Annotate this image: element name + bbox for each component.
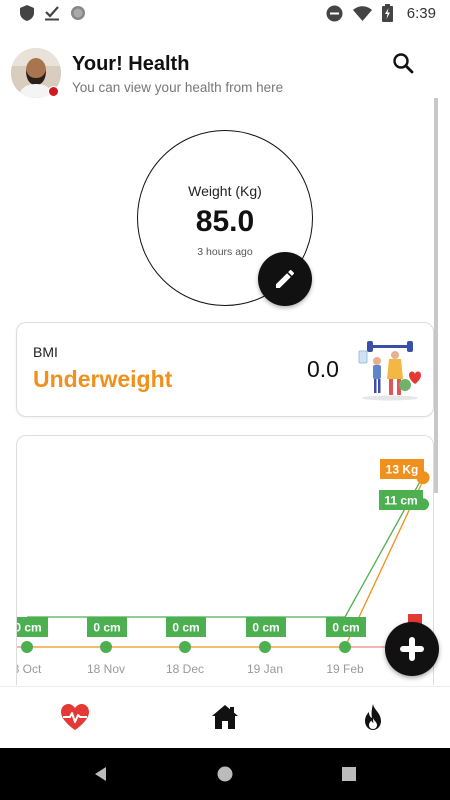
shield-icon <box>20 5 34 21</box>
data-label: 0 cm <box>332 621 359 635</box>
back-icon[interactable] <box>92 765 110 783</box>
page-title: Your! Health <box>72 53 190 75</box>
health-screen: 6:39 Your! Health You can view your heal… <box>0 0 450 800</box>
bmi-value: 0.0 <box>307 356 339 382</box>
series-point-height <box>339 641 351 653</box>
search-button[interactable] <box>390 50 418 78</box>
x-tick-label: 18 Nov <box>87 662 125 676</box>
series-line-height <box>27 475 424 618</box>
bottom-navigation <box>0 686 450 748</box>
status-bar: 6:39 <box>0 0 450 26</box>
nav-item-health[interactable] <box>50 695 100 739</box>
pencil-icon <box>276 269 295 288</box>
x-tick-label: 18 Dec <box>166 662 204 676</box>
heart-pulse-icon <box>61 704 89 730</box>
nav-item-calories[interactable] <box>348 695 398 739</box>
minus-circle-icon <box>326 5 343 21</box>
scrollbar[interactable] <box>434 98 438 493</box>
fitness-illustration <box>358 341 421 401</box>
series-point-height <box>179 641 191 653</box>
data-label: 0 cm <box>93 621 120 635</box>
status-left-icons <box>20 5 86 21</box>
search-icon <box>393 53 414 74</box>
series-point-height <box>21 641 33 653</box>
wifi-icon <box>352 5 372 21</box>
add-measurement-button[interactable] <box>385 622 439 676</box>
series-point-height <box>100 641 112 653</box>
nav-item-home[interactable] <box>200 695 250 739</box>
status-right-icons: 6:39 <box>326 4 436 22</box>
data-label: 0 cm <box>172 621 199 635</box>
app-header: Your! Health You can view your health fr… <box>0 44 450 104</box>
battery-charging-icon <box>381 4 393 22</box>
data-label: 0 cm <box>252 621 279 635</box>
status-time: 6:39 <box>406 4 436 22</box>
home-circle-icon[interactable] <box>216 765 234 783</box>
page-subtitle: You can view your health from here <box>72 80 284 95</box>
sync-circle-icon <box>71 6 85 20</box>
x-tick-label: 19 Feb <box>326 662 364 676</box>
plus-icon <box>400 637 424 661</box>
weight-value: 85.0 <box>195 205 255 238</box>
home-icon <box>212 705 238 729</box>
fire-icon <box>365 704 381 730</box>
bmi-status: Underweight <box>33 366 173 392</box>
chart-canvas: 0 cm 0 cm 0 cm 0 cm 0 cm 11 cm 13 Kg 8 Oct 18 No… <box>17 459 433 676</box>
recents-icon[interactable] <box>340 765 358 783</box>
system-navigation-bar <box>0 748 450 800</box>
x-tick-label: 19 Jan <box>247 662 283 676</box>
bmi-card[interactable]: BMI Underweight 0.0 <box>16 322 434 417</box>
weight-label: Weight (Kg) <box>188 183 262 199</box>
data-label: 0 cm <box>17 621 42 635</box>
data-label: 11 cm <box>384 494 417 508</box>
edit-weight-button[interactable] <box>258 252 312 306</box>
download-check-icon <box>45 6 59 21</box>
measurement-chart: 0 cm 0 cm 0 cm 0 cm 0 cm 11 cm 13 Kg 8 Oct 18 No… <box>16 435 434 685</box>
x-tick-label: 8 Oct <box>17 662 42 676</box>
bmi-label: BMI <box>33 344 58 360</box>
series-point-height <box>259 641 271 653</box>
data-label: 13 Kg <box>386 463 419 477</box>
online-status-dot <box>48 86 59 97</box>
